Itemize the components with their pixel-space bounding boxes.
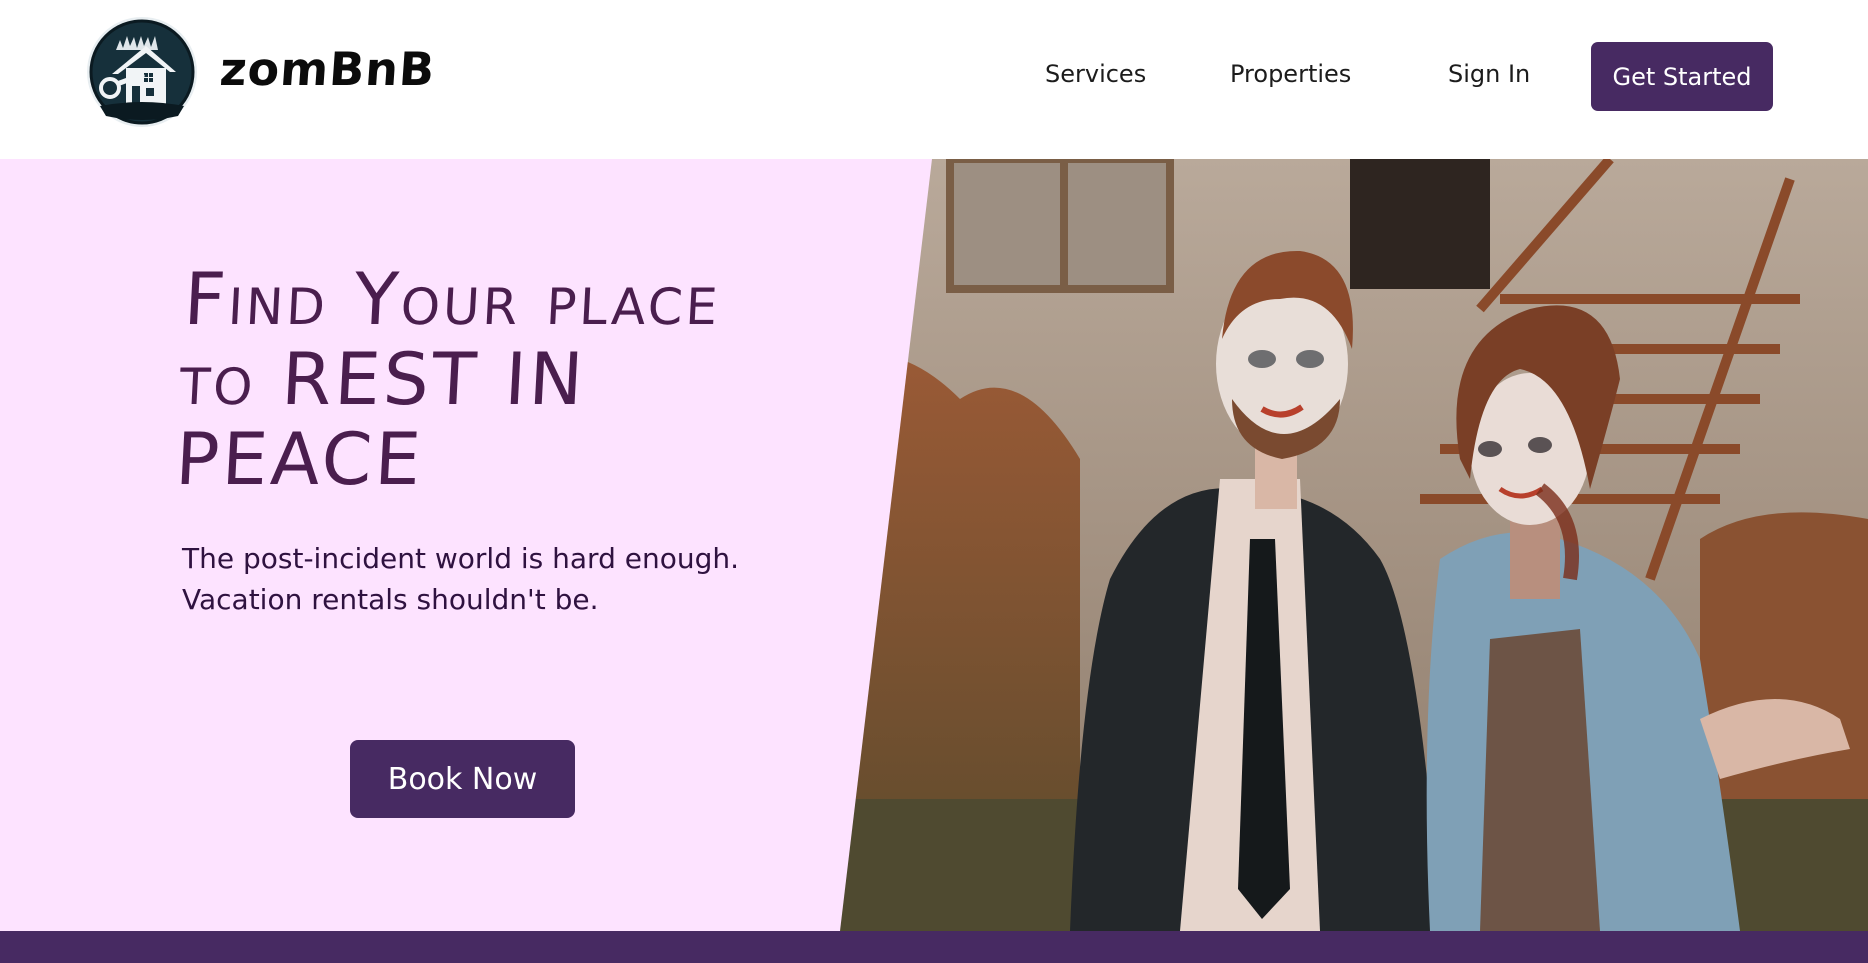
book-now-button[interactable]: Book Now <box>350 740 575 818</box>
hero-subtext: The post-incident world is hard enough. … <box>182 538 802 620</box>
haunted-house-key-icon[interactable] <box>86 16 198 128</box>
hero-subtext-line-1: The post-incident world is hard enough. <box>182 542 740 575</box>
site-header: zomBnB Services Properties Sign In Get S… <box>0 0 1868 159</box>
nav-services-link[interactable]: Services <box>1045 60 1146 88</box>
hero-subtext-line-2: Vacation rentals shouldn't be. <box>182 583 599 616</box>
brand-name[interactable]: zomBnB <box>218 42 437 96</box>
hero-headline: Find Your place to REST IN PEACE <box>173 257 723 501</box>
nav-sign-in-link[interactable]: Sign In <box>1448 60 1530 88</box>
nav-properties-link[interactable]: Properties <box>1230 60 1351 88</box>
footer-strip <box>0 931 1868 963</box>
hero-section: Find Your place to REST IN PEACE The pos… <box>0 159 1868 931</box>
get-started-button[interactable]: Get Started <box>1591 42 1773 111</box>
